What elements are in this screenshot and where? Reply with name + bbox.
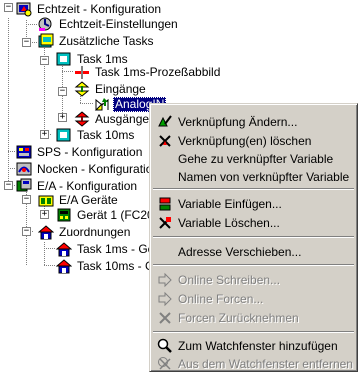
tree-line [44, 248, 56, 249]
menu-item-label: Variable Löschen... [178, 215, 280, 230]
delete-link-icon [157, 133, 173, 149]
tree-item-prozessabbild[interactable]: Task 1ms-Prozeßabbild [74, 63, 222, 81]
tree-item-label: Ausgänge [95, 111, 150, 126]
tree-item-label: Task 1ms - Ger [77, 241, 159, 256]
mappings-icon [38, 224, 54, 240]
expand-toggle[interactable]: + [40, 210, 49, 219]
tree-item-label: Task 10ms [77, 127, 135, 142]
task-icon [56, 51, 72, 67]
cam-config-icon [16, 161, 32, 177]
collapse-toggle[interactable]: − [22, 38, 31, 47]
tree-item-label: Nocken - Konfiguration [37, 161, 160, 176]
tree-item-task-10ms[interactable]: Task 10ms [56, 126, 136, 144]
tree-line [62, 71, 74, 72]
realtime-settings-icon [38, 16, 54, 32]
menu-item-label: Namen von verknüpfter Variable [178, 169, 350, 184]
menu-item-label: Gehe zu verknüpfter Variable [178, 151, 334, 166]
collapse-toggle[interactable]: − [4, 181, 13, 190]
tree-line [44, 242, 45, 265]
menu-item-adresse-verschieben[interactable]: Adresse Verschieben... [153, 242, 356, 261]
release-force-icon [157, 310, 173, 326]
mapping-icon [56, 258, 72, 274]
tree-item-echtzeit-einstellungen[interactable]: Echtzeit-Einstellungen [38, 15, 180, 33]
menu-item-online-forcen: Online Forcen... [153, 289, 356, 308]
online-write-icon [157, 272, 173, 288]
tree-line [8, 151, 16, 152]
tree-line [80, 103, 94, 104]
tree-item-label: Task 1ms-Prozeßabbild [95, 64, 221, 79]
realtime-config-icon [16, 1, 32, 17]
io-config-icon [16, 178, 32, 194]
collapse-toggle[interactable]: − [58, 87, 67, 96]
tree-item-zuordnungen[interactable]: Zuordnungen [38, 223, 132, 241]
menu-item-verknuepfung-loeschen[interactable]: Verknüpfung(en) löschen [153, 131, 356, 150]
menu-item-verknuepfung-aendern[interactable]: Verknüpfung Ändern... [153, 112, 356, 131]
menu-item-label: Online Schreiben... [178, 272, 281, 287]
menu-separator [153, 188, 354, 190]
collapse-toggle[interactable]: − [22, 227, 31, 236]
tree-line [8, 18, 9, 185]
magnifier-icon [157, 338, 173, 354]
tree-line [26, 24, 38, 25]
menu-item-online-schreiben: Online Schreiben... [153, 270, 356, 289]
menu-item-label: Verknüpfung Ändern... [178, 114, 298, 129]
tree-item-geraet-1[interactable]: Gerät 1 (FC200 [56, 206, 162, 224]
menu-item-watch-entfernen: Aus dem Watchfenster entfernen [153, 354, 356, 373]
menu-item-namen-von[interactable]: Namen von verknüpfter Variable [153, 167, 356, 186]
tree-line [8, 168, 16, 169]
menu-item-variable-loeschen[interactable]: Variable Löschen... [153, 213, 356, 232]
tree-item-label: Echtzeit-Einstellungen [59, 16, 178, 31]
remove-watch-icon [157, 356, 173, 372]
tasks-folder-icon [38, 33, 54, 49]
menu-item-label: Online Forcen... [178, 291, 264, 306]
tree-line [44, 265, 56, 266]
tree-item-zusaetzliche-tasks[interactable]: Zusätzliche Tasks [38, 32, 155, 50]
tree-item-nocken[interactable]: Nocken - Konfiguration [16, 160, 161, 178]
context-menu: Verknüpfung Ändern... Verknüpfung(en) lö… [149, 103, 358, 372]
device-card-icon [56, 207, 72, 223]
task-icon [56, 127, 72, 143]
change-link-icon [157, 114, 173, 130]
collapse-toggle[interactable]: − [40, 56, 49, 65]
online-force-icon [157, 291, 173, 307]
plc-config-icon [16, 144, 32, 160]
collapse-toggle[interactable]: − [4, 3, 13, 12]
menu-item-forcen-zuruecknehmen: Forcen Zurücknehmen [153, 308, 356, 327]
inputs-icon [74, 81, 90, 97]
menu-item-gehe-zu[interactable]: Gehe zu verknüpfter Variable [153, 149, 356, 168]
menu-item-label: Aus dem Watchfenster entfernen [178, 356, 353, 371]
menu-item-label: Variable Einfügen... [178, 196, 282, 211]
menu-item-label: Zum Watchfenster hinzufügen [178, 338, 338, 353]
io-devices-icon [38, 192, 54, 208]
mapping-icon [56, 241, 72, 257]
collapse-toggle[interactable]: − [22, 195, 31, 204]
tree-item-sps[interactable]: SPS - Konfiguration [16, 143, 144, 161]
tree-item-label: Zusätzliche Tasks [59, 33, 154, 48]
menu-item-watch-hinzufuegen[interactable]: Zum Watchfenster hinzufügen [153, 336, 356, 355]
menu-separator [153, 236, 354, 238]
tree-item-mapping-2[interactable]: Task 10ms - Ge [56, 257, 163, 275]
menu-item-label: Adresse Verschieben... [178, 244, 302, 259]
menu-item-variable-einfuegen[interactable]: Variable Einfügen... [153, 194, 356, 213]
tree-item-label: SPS - Konfiguration [37, 144, 143, 159]
tree-item-mapping-1[interactable]: Task 1ms - Ger [56, 240, 160, 258]
expand-toggle[interactable]: + [40, 130, 49, 139]
expand-toggle[interactable]: + [58, 113, 67, 122]
menu-item-label: Verknüpfung(en) löschen [178, 133, 312, 148]
tree-item-label: Zuordnungen [59, 224, 131, 239]
insert-variable-icon [157, 196, 173, 212]
outputs-icon [74, 111, 90, 127]
menu-separator [153, 264, 354, 266]
delete-variable-icon [157, 215, 173, 231]
menu-separator [153, 331, 354, 333]
process-image-icon [74, 64, 90, 80]
menu-item-label: Forcen Zurücknehmen [178, 310, 299, 325]
